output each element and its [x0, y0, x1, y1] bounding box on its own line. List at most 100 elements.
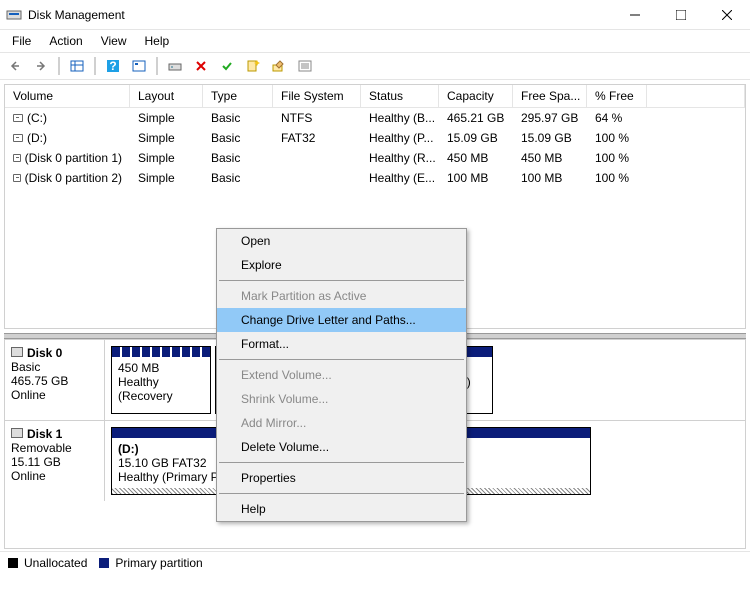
- cell-capacity: 15.09 GB: [439, 130, 513, 146]
- menu-help[interactable]: Help: [137, 32, 178, 50]
- col-capacity[interactable]: Capacity: [439, 85, 513, 107]
- partition[interactable]: 450 MBHealthy (Recovery: [111, 346, 211, 414]
- legend-swatch-primary: [99, 558, 109, 568]
- cell-fs: [273, 170, 361, 186]
- disk-size: 15.11 GB: [11, 455, 61, 469]
- toolbar-separator: [94, 57, 96, 75]
- volume-row[interactable]: (C:)SimpleBasicNTFSHealthy (B...465.21 G…: [5, 108, 745, 128]
- disk-icon: [11, 428, 23, 438]
- col-volume[interactable]: Volume: [5, 85, 130, 107]
- disk-state: Online: [11, 388, 46, 402]
- context-menu: Open Explore Mark Partition as Active Ch…: [216, 228, 467, 522]
- minimize-button[interactable]: [612, 0, 658, 30]
- disk-info[interactable]: Disk 1Removable15.11 GBOnline: [5, 421, 105, 501]
- cell-layout: Simple: [130, 170, 203, 186]
- cell-type: Basic: [203, 130, 273, 146]
- cell-capacity: 100 MB: [439, 170, 513, 186]
- volume-list-header: Volume Layout Type File System Status Ca…: [5, 85, 745, 108]
- ctx-separator: [219, 359, 464, 360]
- volume-row[interactable]: (Disk 0 partition 1)SimpleBasicHealthy (…: [5, 148, 745, 168]
- disk-name: Disk 1: [27, 427, 62, 441]
- cell-layout: Simple: [130, 110, 203, 126]
- cell-status: Healthy (R...: [361, 150, 439, 166]
- cell-type: Basic: [203, 110, 273, 126]
- toolbar-check-icon[interactable]: [216, 55, 238, 77]
- drive-icon: [13, 114, 23, 122]
- volume-row[interactable]: (D:) SimpleBasicFAT32Healthy (P...15.09 G…: [5, 128, 745, 148]
- toolbar-disk-icon[interactable]: [164, 55, 186, 77]
- menu-file[interactable]: File: [4, 32, 39, 50]
- toolbar-view-icon[interactable]: [66, 55, 88, 77]
- drive-icon: [13, 154, 21, 162]
- ctx-format[interactable]: Format...: [217, 332, 466, 356]
- toolbar-new-icon[interactable]: [242, 55, 264, 77]
- volume-name: (Disk 0 partition 1): [25, 151, 122, 165]
- disk-kind: Removable: [11, 441, 72, 455]
- volume-name: (Disk 0 partition 2): [25, 171, 122, 185]
- cell-fs: [273, 150, 361, 166]
- ctx-help[interactable]: Help: [217, 497, 466, 521]
- ctx-shrink: Shrink Volume...: [217, 387, 466, 411]
- toolbar-settings-icon[interactable]: [128, 55, 150, 77]
- ctx-properties[interactable]: Properties: [217, 466, 466, 490]
- volume-name: (C:): [27, 111, 47, 125]
- legend: Unallocated Primary partition: [0, 551, 750, 574]
- toolbar-separator: [58, 57, 60, 75]
- menu-action[interactable]: Action: [41, 32, 90, 50]
- col-fs[interactable]: File System: [273, 85, 361, 107]
- drive-icon: [13, 174, 21, 182]
- close-button[interactable]: [704, 0, 750, 30]
- titlebar: Disk Management: [0, 0, 750, 30]
- col-layout[interactable]: Layout: [130, 85, 203, 107]
- col-status[interactable]: Status: [361, 85, 439, 107]
- cell-fs: FAT32: [273, 130, 361, 146]
- disk-info[interactable]: Disk 0Basic465.75 GBOnline: [5, 340, 105, 420]
- toolbar-edit-icon[interactable]: [268, 55, 290, 77]
- legend-swatch-unallocated: [8, 558, 18, 568]
- cell-type: Basic: [203, 170, 273, 186]
- legend-primary: Primary partition: [115, 556, 202, 570]
- delete-icon[interactable]: [190, 55, 212, 77]
- menu-view[interactable]: View: [93, 32, 135, 50]
- volume-row[interactable]: (Disk 0 partition 2)SimpleBasicHealthy (…: [5, 168, 745, 188]
- maximize-button[interactable]: [658, 0, 704, 30]
- window-title: Disk Management: [28, 8, 612, 22]
- help-icon[interactable]: ?: [102, 55, 124, 77]
- cell-status: Healthy (B...: [361, 110, 439, 126]
- cell-free: 295.97 GB: [513, 110, 587, 126]
- col-extra[interactable]: [647, 85, 745, 107]
- ctx-open[interactable]: Open: [217, 229, 466, 253]
- cell-free: 450 MB: [513, 150, 587, 166]
- svg-text:?: ?: [109, 59, 116, 73]
- drive-icon: [13, 134, 23, 142]
- disk-size: 465.75 GB: [11, 374, 68, 388]
- col-free[interactable]: Free Spa...: [513, 85, 587, 107]
- cell-status: Healthy (P...: [361, 130, 439, 146]
- toolbar-list-icon[interactable]: [294, 55, 316, 77]
- ctx-change-letter[interactable]: Change Drive Letter and Paths...: [217, 308, 466, 332]
- cell-type: Basic: [203, 150, 273, 166]
- col-type[interactable]: Type: [203, 85, 273, 107]
- cell-pct: 100 %: [587, 130, 647, 146]
- app-icon: [6, 7, 22, 23]
- menubar: File Action View Help: [0, 30, 750, 52]
- ctx-explore[interactable]: Explore: [217, 253, 466, 277]
- cell-pct: 100 %: [587, 150, 647, 166]
- cell-capacity: 465.21 GB: [439, 110, 513, 126]
- forward-button[interactable]: [30, 55, 52, 77]
- ctx-separator: [219, 462, 464, 463]
- disk-state: Online: [11, 469, 46, 483]
- cell-layout: Simple: [130, 130, 203, 146]
- ctx-separator: [219, 280, 464, 281]
- toolbar-separator: [156, 57, 158, 75]
- back-button[interactable]: [4, 55, 26, 77]
- partition-stripe: [112, 347, 210, 357]
- cell-pct: 100 %: [587, 170, 647, 186]
- ctx-delete[interactable]: Delete Volume...: [217, 435, 466, 459]
- cell-pct: 64 %: [587, 110, 647, 126]
- disk-kind: Basic: [11, 360, 40, 374]
- volume-name: (D:): [27, 131, 47, 145]
- toolbar: ?: [0, 52, 750, 80]
- col-pct[interactable]: % Free: [587, 85, 647, 107]
- partition-label: 450 MBHealthy (Recovery: [112, 357, 210, 407]
